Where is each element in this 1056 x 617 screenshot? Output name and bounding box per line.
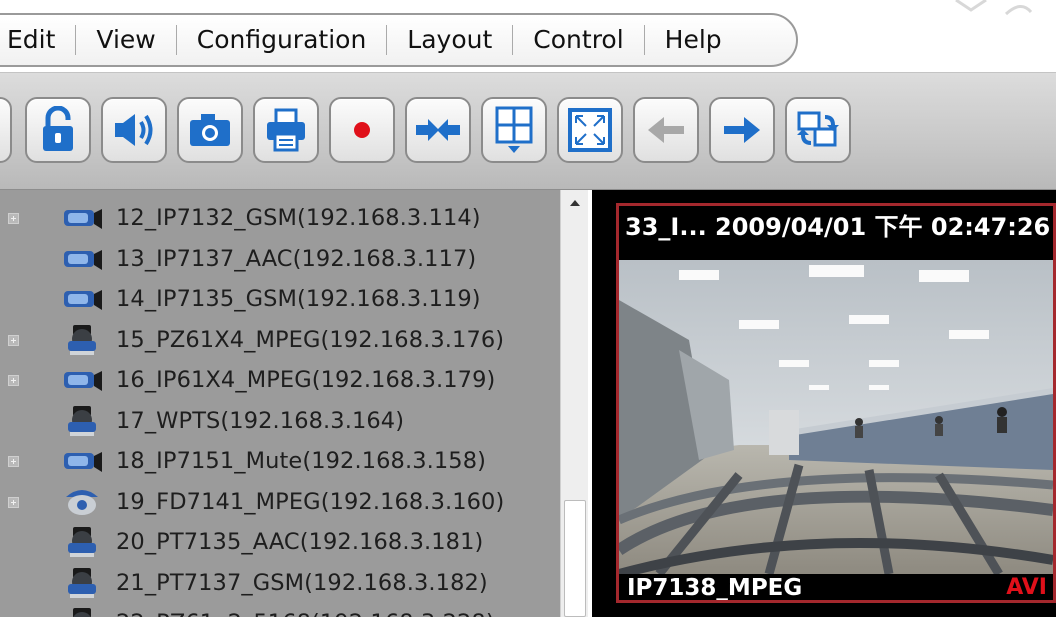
- audio-button[interactable]: [101, 97, 167, 163]
- sync-button[interactable]: [785, 97, 851, 163]
- application-window: Edit View Configuration Layout Control H…: [0, 0, 1056, 617]
- tree-item-label: 12_IP7132_GSM(192.168.3.114): [116, 205, 481, 231]
- forward-arrow-icon: [724, 117, 760, 143]
- video-title-overlay: 33_I... 2009/04/01 下午 02:47:26: [625, 213, 1051, 241]
- tree-item[interactable]: 15_PZ61X4_MPEG(192.168.3.176): [0, 321, 560, 361]
- box-camera-icon: [60, 444, 104, 478]
- tree-item[interactable]: 12_IP7132_GSM(192.168.3.114): [0, 199, 560, 239]
- ptz-icon: [416, 119, 460, 141]
- menu-view[interactable]: View: [76, 25, 177, 55]
- tree-item[interactable]: 14_IP7135_GSM(192.168.3.119): [0, 280, 560, 320]
- ptz-camera-icon: [60, 566, 104, 600]
- tree-item[interactable]: 16_IP61X4_MPEG(192.168.3.179): [0, 361, 560, 401]
- camera-feed-image: [619, 260, 1053, 574]
- tree-item[interactable]: 19_FD7141_MPEG(192.168.3.160): [0, 483, 560, 523]
- scroll-thumb[interactable]: [564, 500, 586, 617]
- hidden-toolbar-button[interactable]: [0, 97, 12, 163]
- tree-item-label: 17_WPTS(192.168.3.164): [116, 407, 405, 434]
- box-camera-icon: [60, 242, 104, 276]
- record-icon: [354, 122, 370, 138]
- menu-edit[interactable]: Edit: [2, 25, 77, 55]
- fullscreen-button[interactable]: [557, 97, 623, 163]
- toolbar: [0, 72, 1056, 190]
- video-osd-strip: [625, 249, 795, 259]
- expand-toggle[interactable]: [8, 213, 19, 224]
- ptz-control-button[interactable]: [405, 97, 471, 163]
- tree-item[interactable]: 21_PT7137_GSM(192.168.3.182): [0, 564, 560, 604]
- tree-item[interactable]: 17_WPTS(192.168.3.164): [0, 402, 560, 442]
- tree-item-label: 22_PZ61x2_5168(192.168.3.228): [116, 608, 495, 617]
- box-camera-icon: [60, 363, 104, 397]
- print-icon: [267, 108, 305, 152]
- unlock-icon: [43, 106, 73, 151]
- layout-button[interactable]: [481, 97, 547, 163]
- tree-item-label: 15_PZ61X4_MPEG(192.168.3.176): [116, 326, 505, 353]
- tree-item-label: 14_IP7135_GSM(192.168.3.119): [116, 286, 481, 312]
- layout-grid-icon: [495, 106, 533, 153]
- tree-item[interactable]: 13_IP7137_AAC(192.168.3.117): [0, 240, 560, 280]
- tree-scrollbar[interactable]: [560, 190, 588, 617]
- sync-icon: [797, 111, 839, 147]
- tree-item-label: 21_PT7137_GSM(192.168.3.182): [116, 569, 488, 596]
- menu-control[interactable]: Control: [513, 25, 645, 55]
- print-button[interactable]: [253, 97, 319, 163]
- dome-camera-icon: [60, 485, 104, 519]
- unlock-button[interactable]: [25, 97, 91, 163]
- camera-snapshot-icon: [190, 114, 230, 146]
- scroll-up-button[interactable]: [561, 190, 589, 216]
- ptz-camera-icon: [60, 404, 104, 438]
- tree-item[interactable]: 18_IP7151_Mute(192.168.3.158): [0, 442, 560, 482]
- fullscreen-icon: [568, 108, 612, 152]
- expand-toggle[interactable]: [8, 334, 19, 346]
- device-tree: 12_IP7132_GSM(192.168.3.114) 13_IP7137_AA…: [0, 190, 560, 617]
- tree-item[interactable]: 20_PT7135_AAC(192.168.3.181): [0, 523, 560, 563]
- menu-layout[interactable]: Layout: [387, 25, 514, 55]
- tree-item-label: 18_IP7151_Mute(192.168.3.158): [116, 448, 486, 474]
- previous-button[interactable]: [633, 97, 699, 163]
- chevron-up-icon: [570, 200, 580, 206]
- menu-configuration[interactable]: Configuration: [177, 25, 388, 55]
- expand-toggle[interactable]: [8, 375, 19, 386]
- tree-item-label: 16_IP61X4_MPEG(192.168.3.179): [116, 367, 496, 393]
- menu-help[interactable]: Help: [645, 25, 742, 55]
- video-camera-name: IP7138_MPEG: [627, 575, 803, 601]
- speaker-icon: [115, 114, 153, 146]
- ptz-camera-icon: [60, 323, 104, 357]
- expand-toggle[interactable]: [8, 456, 19, 467]
- video-format-badge: AVI: [1006, 575, 1047, 600]
- ptz-camera-icon: [60, 606, 104, 617]
- tree-item-label: 19_FD7141_MPEG(192.168.3.160): [116, 488, 505, 515]
- record-button[interactable]: [329, 97, 395, 163]
- tree-item-label: 13_IP7137_AAC(192.168.3.117): [116, 245, 477, 272]
- tree-item-label: 20_PT7135_AAC(192.168.3.181): [116, 529, 484, 555]
- tree-item[interactable]: 22_PZ61x2_5168(192.168.3.228): [0, 604, 560, 617]
- ptz-camera-icon: [60, 525, 104, 559]
- box-camera-icon: [60, 201, 104, 235]
- back-arrow-icon: [648, 117, 684, 143]
- next-button[interactable]: [709, 97, 775, 163]
- corner-decoration: [955, 0, 1033, 16]
- expand-toggle[interactable]: [8, 496, 19, 508]
- menu-bar: Edit View Configuration Layout Control H…: [0, 13, 798, 67]
- snapshot-button[interactable]: [177, 97, 243, 163]
- video-channel[interactable]: 33_I... 2009/04/01 下午 02:47:26 IP7138_MP…: [616, 203, 1056, 603]
- box-camera-icon: [60, 282, 104, 316]
